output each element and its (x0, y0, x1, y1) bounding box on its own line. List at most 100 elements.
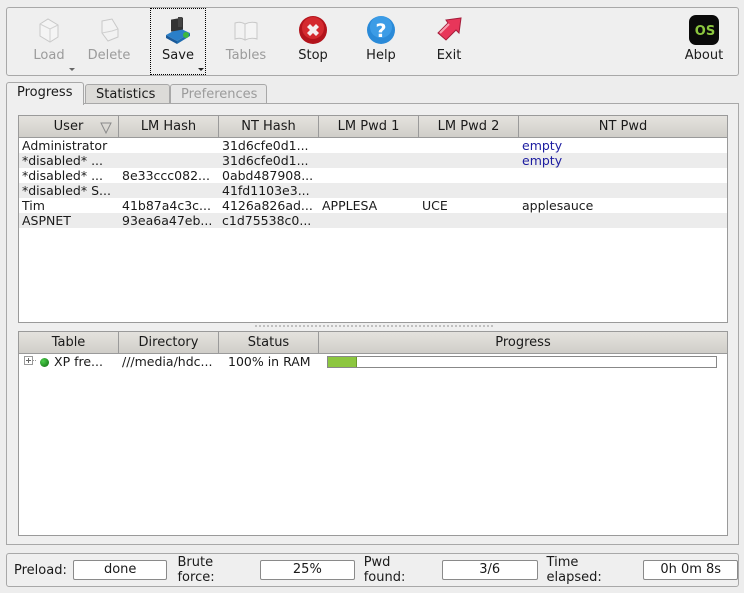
table-row[interactable]: *disabled* ... 31d6cfe0d1... empty (19, 153, 727, 168)
users-table[interactable]: User LM Hash NT Hash LM Pwd 1 LM Pwd 2 N… (18, 115, 728, 323)
column-header-progress[interactable]: Progress (319, 332, 727, 353)
tables-icon (230, 14, 262, 46)
pane-splitter-handle[interactable] (254, 324, 494, 328)
svg-text:OS: OS (695, 24, 715, 39)
lm-pwd-1-cell (319, 138, 419, 153)
nt-pwd-cell (519, 213, 727, 228)
lm-pwd-1-cell (319, 153, 419, 168)
table-directory: ///media/hdc... (122, 354, 213, 369)
lm-pwd-1-cell (319, 168, 419, 183)
table-row[interactable]: ASPNET 93ea6a47eb... c1d75538c0... (19, 213, 727, 228)
users-table-body: Administrator 31d6cfe0d1... empty *disabled… (19, 138, 727, 228)
table-row[interactable]: *disabled* ... 8e33ccc082... 0abd487908... (19, 168, 727, 183)
table-status: 100% in RAM (228, 354, 311, 369)
table-name-cell: XP fre... (19, 354, 119, 370)
users-table-header: User LM Hash NT Hash LM Pwd 1 LM Pwd 2 N… (19, 116, 727, 138)
lm-pwd-1-cell (319, 213, 419, 228)
nt-hash-cell: 4126a826ad... (222, 198, 313, 213)
load-label: Load (33, 48, 65, 63)
time-elapsed-label: Time elapsed: (546, 555, 602, 585)
nt-pwd-cell (519, 168, 727, 183)
load-icon (33, 14, 65, 46)
tab-progress[interactable]: Progress (6, 82, 84, 105)
svg-text:?: ? (375, 20, 386, 42)
table-progress-bar (327, 356, 717, 368)
about-label: About (684, 48, 724, 63)
load-button[interactable]: Load (21, 8, 77, 75)
user-cell: Tim (22, 198, 45, 213)
table-row[interactable]: XP fre... ///media/hdc... 100% in RAM (19, 354, 727, 370)
save-icon (162, 14, 194, 46)
nt-pwd-cell: empty (522, 153, 563, 168)
lm-pwd-2-cell (419, 153, 519, 168)
user-cell: *disabled* ... (22, 153, 104, 168)
delete-button[interactable]: Delete (85, 8, 133, 75)
tab-statistics[interactable]: Statistics (85, 84, 170, 104)
help-label: Help (366, 48, 396, 63)
column-header-lm-pwd-2[interactable]: LM Pwd 2 (419, 116, 519, 137)
tables-button[interactable]: Tables (221, 8, 271, 75)
lm-pwd-2-cell (419, 168, 519, 183)
user-cell: Administrator (22, 138, 108, 153)
table-row[interactable]: Administrator 31d6cfe0d1... empty (19, 138, 727, 153)
save-dropdown-arrow-icon[interactable] (198, 68, 204, 71)
time-elapsed-value: 0h 0m 8s (643, 560, 739, 580)
column-header-lm-hash[interactable]: LM Hash (119, 116, 219, 137)
lm-pwd-2-cell (419, 213, 519, 228)
sort-descending-icon (100, 120, 112, 137)
status-bar: Preload: done Brute force: 25% Pwd found… (6, 553, 739, 587)
lm-hash-cell: 93ea6a47eb... (122, 213, 213, 228)
user-cell: *disabled* S... (22, 183, 111, 198)
help-button[interactable]: ? Help (359, 8, 403, 75)
nt-pwd-cell: applesauce (522, 198, 594, 213)
delete-label: Delete (87, 48, 131, 63)
lm-pwd-1-cell (319, 183, 419, 198)
tables-table-header: Table Directory Status Progress (19, 332, 727, 354)
lm-pwd-2-cell (419, 138, 519, 153)
help-icon: ? (365, 14, 397, 46)
column-header-nt-pwd[interactable]: NT Pwd (519, 116, 727, 137)
lm-hash-cell (119, 153, 219, 168)
lm-pwd-2-cell: UCE (422, 198, 448, 213)
stop-icon (297, 14, 329, 46)
delete-icon (93, 14, 125, 46)
exit-label: Exit (436, 48, 462, 63)
preload-label: Preload: (14, 562, 67, 578)
save-button[interactable]: Save (150, 8, 206, 75)
nt-pwd-cell (519, 183, 727, 198)
brute-force-value: 25% (260, 560, 355, 580)
nt-pwd-cell: empty (522, 138, 563, 153)
column-header-user-label: User (53, 119, 84, 134)
save-label: Save (162, 48, 194, 63)
about-os-icon: OS (688, 14, 720, 46)
nt-hash-cell: 31d6cfe0d1... (222, 138, 309, 153)
lm-pwd-2-cell (419, 183, 519, 198)
nt-hash-cell: c1d75538c0... (222, 213, 312, 228)
toolbar: Load Delete Save Tables Stop ? Help Exit… (6, 7, 739, 76)
pwd-found-label: Pwd found: (363, 555, 406, 585)
tables-label: Tables (225, 48, 267, 63)
table-progress-fill (328, 357, 358, 367)
column-header-status[interactable]: Status (219, 332, 319, 353)
nt-hash-cell: 41fd1103e3... (222, 183, 310, 198)
column-header-table[interactable]: Table (19, 332, 119, 353)
column-header-nt-hash[interactable]: NT Hash (219, 116, 319, 137)
brute-force-label: Brute force: (177, 555, 215, 585)
about-button[interactable]: OS About (681, 8, 727, 75)
exit-button[interactable]: Exit (427, 8, 471, 75)
rainbow-tables-table[interactable]: Table Directory Status Progress XP fre..… (18, 331, 728, 536)
lm-hash-cell (119, 183, 219, 198)
lm-hash-cell: 41b87a4c3c... (122, 198, 211, 213)
column-header-lm-pwd-1[interactable]: LM Pwd 1 (319, 116, 419, 137)
column-header-directory[interactable]: Directory (119, 332, 219, 353)
load-dropdown-arrow-icon[interactable] (69, 68, 75, 71)
preload-value: done (72, 560, 168, 580)
table-row[interactable]: *disabled* S... 41fd1103e3... (19, 183, 727, 198)
lm-pwd-1-cell: APPLESA (322, 198, 378, 213)
table-row[interactable]: Tim 41b87a4c3c... 4126a826ad... APPLESA UCE a… (19, 198, 727, 213)
stop-button[interactable]: Stop (291, 8, 335, 75)
lm-hash-cell (119, 138, 219, 153)
tab-preferences[interactable]: Preferences (170, 84, 267, 104)
column-header-user[interactable]: User (19, 116, 119, 137)
expand-tree-icon[interactable] (24, 354, 38, 370)
